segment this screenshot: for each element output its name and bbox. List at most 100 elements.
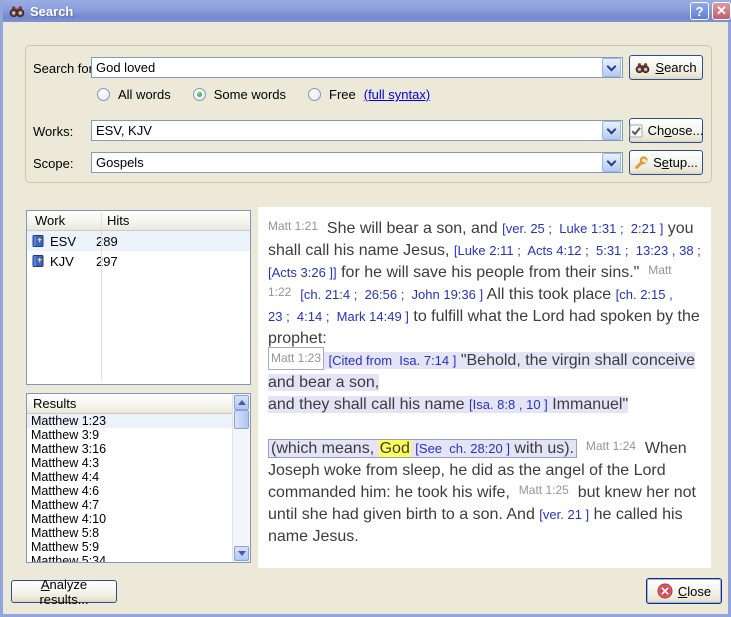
verse-marker: 1:22 [268,282,291,303]
list-item[interactable]: Matthew 4:6 [27,484,233,498]
close-circle-icon [657,583,673,599]
verse-text: until she had given birth to a son. And [268,506,539,523]
radio-some-words-label[interactable]: Some words [214,87,286,102]
scope-combo[interactable]: Gospels [91,152,623,173]
cross-reference-link[interactable]: [Isa. 8:8 , 10 ] [469,397,548,412]
results-header: Results [27,394,234,414]
verse-text: for he will save his people from their s… [337,264,649,281]
analyze-results-button[interactable]: Analyze results... [11,580,117,603]
verse-text: When [636,440,687,457]
choose-works-button[interactable]: Choose... [629,118,703,143]
list-item[interactable]: Matthew 3:9 [27,428,233,442]
list-item[interactable]: Matthew 4:7 [27,498,233,512]
preview-line: (which means, God [See ch. 28:20 ] with … [268,438,711,460]
list-item[interactable]: Matthew 3:16 [27,442,233,456]
verse-text: he called his [589,506,682,523]
preview-line: Matt 1:21 She will bear a son, and [ver.… [268,218,711,240]
list-item[interactable]: Matthew 4:10 [27,512,233,526]
cross-reference-link[interactable]: [Luke 2:11 ; Acts 4:12 ; 5:31 ; 13:23 , … [454,243,701,258]
verse-text: name Jesus. [268,528,359,545]
hit-count: 289 [96,234,118,249]
radio-all-words[interactable] [97,88,110,101]
cross-reference-link[interactable]: 23 ; 4:14 ; Mark 14:49 ] [268,309,409,324]
cross-reference-link[interactable]: [ver. 21 ] [539,507,589,522]
table-row[interactable]: KJV297 [27,251,250,271]
verse-text: "Behold, the virgin shall conceive [456,352,695,369]
work-name: KJV [50,254,96,269]
scroll-up-button[interactable] [234,395,249,410]
results-scrollbar[interactable] [232,394,250,562]
scrollbar-thumb[interactable] [234,410,249,429]
verse-text: but knew her not [569,484,696,501]
list-item[interactable]: Matthew 1:23 [27,414,233,428]
list-item[interactable]: Matthew 4:3 [27,456,233,470]
scroll-down-button[interactable] [234,546,249,561]
preview-line: Matt 1:23 [Cited from Isa. 7:14 ] "Behol… [268,350,711,372]
search-button[interactable]: Search [629,55,703,80]
list-item[interactable]: Matthew 4:4 [27,470,233,484]
list-item[interactable]: Matthew 5:34 [27,554,233,562]
works-label: Works: [33,124,73,139]
works-combo-value: ESV, KJV [92,123,602,138]
cross-reference-link[interactable]: [Cited from Isa. 7:14 ] [328,353,456,368]
preview-line: prophet: [268,328,711,350]
radio-free-label[interactable]: Free [329,87,356,102]
search-button-label: Search [655,60,696,75]
search-input[interactable]: God loved [91,57,623,78]
wrench-icon [634,156,648,170]
preview-line: and they shall call his name [Isa. 8:8 ,… [268,394,711,416]
scope-setup-button[interactable]: Setup... [629,150,703,175]
verse-text [577,440,586,457]
table-row[interactable]: ESV289 [27,231,250,251]
help-button[interactable]: ? [690,2,709,20]
choose-works-button-label: Choose... [648,123,704,138]
chevron-down-icon[interactable] [602,121,621,140]
search-match-highlight: God [379,440,411,457]
search-input-value: God loved [92,60,602,75]
verse-text: to fulfill what the Lord had spoken by t… [409,308,700,325]
results-list: Matthew 1:23Matthew 3:9Matthew 3:16Matth… [27,414,233,562]
radio-all-words-label[interactable]: All words [118,87,171,102]
results-header-label: Results [33,396,76,411]
works-combo[interactable]: ESV, KJV [91,120,623,141]
chevron-down-icon[interactable] [602,153,621,172]
preview-line: [Acts 3:26 ]] for he will save his peopl… [268,262,711,284]
preview-line: Joseph woke from sleep, he did as the an… [268,460,711,482]
verse-text: Joseph woke from sleep, he did as the an… [268,462,666,479]
column-header-hits[interactable]: Hits [107,211,129,230]
full-syntax-link[interactable]: (full syntax) [364,87,430,102]
list-item[interactable]: Matthew 5:9 [27,540,233,554]
chevron-down-icon[interactable] [602,58,621,77]
verse-preview-pane[interactable]: Matt 1:21 She will bear a son, and [ver.… [258,207,711,568]
cross-reference-link[interactable]: [ver. 25 ; Luke 1:31 ; 2:21 ] [502,221,663,236]
preview-line: name Jesus. [268,526,711,548]
analyze-results-button-label: Analyze results... [18,577,110,607]
verse-marker: Matt 1:25 [519,480,569,501]
titlebar-close-button[interactable]: ✕ [712,2,731,20]
binoculars-icon [9,3,25,19]
binoculars-icon [635,60,650,75]
search-for-label: Search for: [33,61,97,76]
column-header-work[interactable]: Work [35,211,65,230]
preview-line: commanded him: he took his wife, Matt 1:… [268,482,711,504]
verse-marker: Matt 1:24 [586,436,636,457]
radio-some-words[interactable] [193,88,206,101]
close-button-label: Close [678,584,711,599]
verse-marker: Matt [648,260,671,281]
preview-line: shall call his name Jesus, [Luke 2:11 ; … [268,240,711,262]
radio-free[interactable] [308,88,321,101]
verse-text: commanded him: he took his wife, [268,484,519,501]
verse-marker: Matt 1:21 [268,216,318,237]
cross-reference-link[interactable]: [See ch. 28:20 ] [415,441,510,456]
verse-text: prophet: [268,330,327,347]
verse-text: (which means, [271,440,379,457]
close-button[interactable]: Close [646,578,722,604]
list-item[interactable]: Matthew 5:8 [27,526,233,540]
selected-verse-highlight: Matt 1:23 [Cited from Isa. 7:14 ] "Behol… [268,352,695,369]
results-panel: Results Matthew 1:23Matthew 3:9Matthew 3… [26,393,251,563]
cross-reference-link[interactable]: [Acts 3:26 ]] [268,265,337,280]
cross-reference-link[interactable]: [ch. 21:4 ; 26:56 ; John 19:36 ] [300,287,483,302]
cross-reference-link[interactable]: [ch. 2:15 , [616,287,673,302]
title-bar[interactable]: Search ? ✕ [3,0,731,22]
verse-text [291,286,300,303]
